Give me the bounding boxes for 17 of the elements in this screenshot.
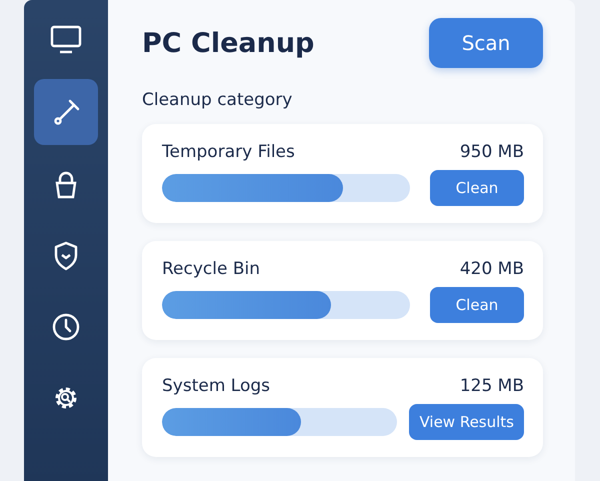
clock-icon: [51, 312, 81, 342]
action-button[interactable]: View Results: [409, 404, 524, 440]
action-button[interactable]: Clean: [430, 287, 524, 323]
monitor-icon: [50, 25, 82, 55]
category-name: Temporary Files: [162, 142, 295, 162]
category-name: Recycle Bin: [162, 259, 260, 279]
scan-button[interactable]: Scan: [429, 18, 543, 68]
category-size: 420 MB: [460, 259, 524, 279]
category-size: 950 MB: [460, 142, 524, 162]
action-button[interactable]: Clean: [430, 170, 524, 206]
page-title: PC Cleanup: [142, 28, 314, 58]
shield-icon: [53, 241, 79, 271]
sidebar-item[interactable]: [34, 79, 98, 145]
category-size: 125 MB: [460, 376, 524, 396]
section-label: Cleanup category: [142, 90, 294, 110]
category-name: System Logs: [162, 376, 270, 396]
lock-icon: [54, 170, 78, 200]
